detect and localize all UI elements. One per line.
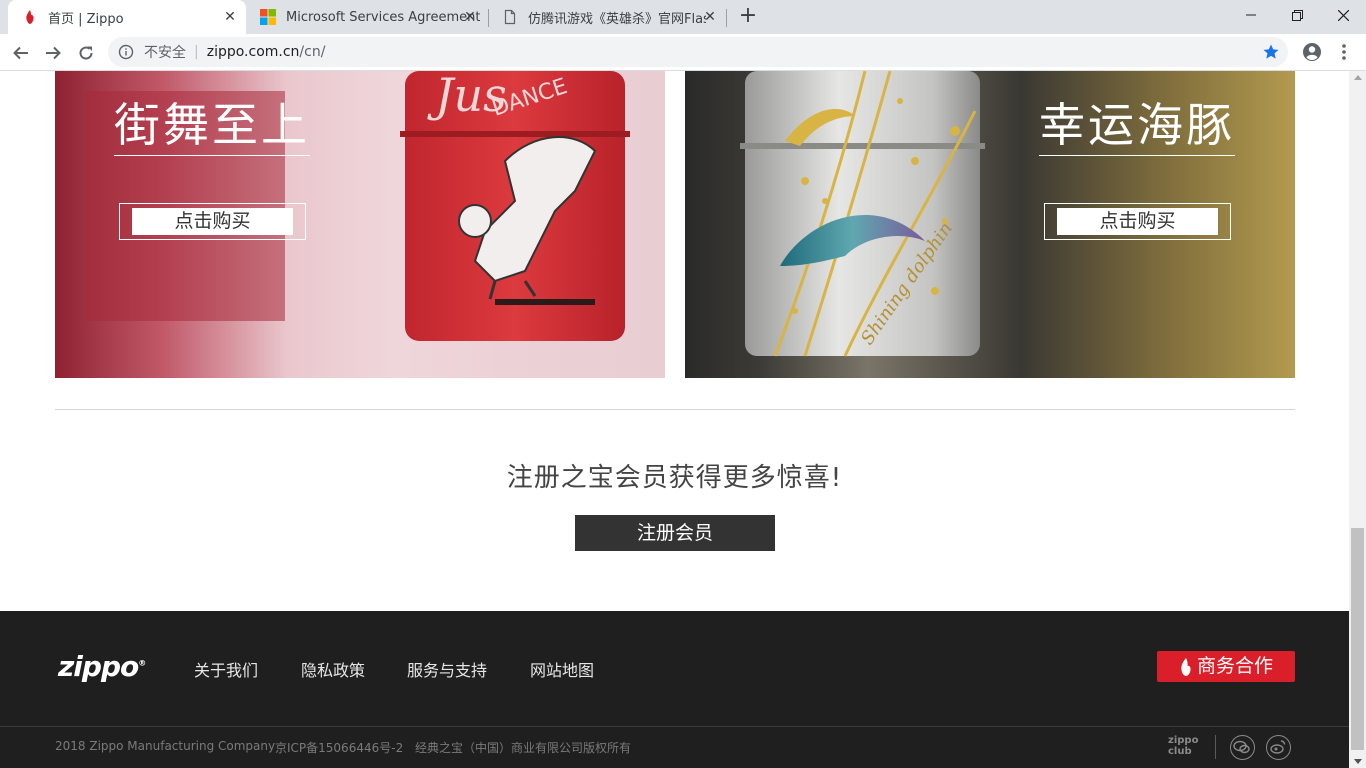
minimize-button[interactable]	[1228, 0, 1274, 30]
new-tab-button[interactable]: +	[736, 5, 760, 29]
document-icon	[502, 9, 518, 25]
tab-title: 首页 | Zippo	[48, 11, 124, 27]
icp-number[interactable]: 京ICP备15066446号-2	[275, 739, 403, 756]
reload-button[interactable]	[73, 40, 99, 66]
tab-microsoft[interactable]: Microsoft Services Agreement ✕	[246, 0, 486, 34]
back-button[interactable]	[8, 40, 34, 66]
info-icon[interactable]	[118, 44, 134, 60]
tab-zippo[interactable]: 首页 | Zippo ✕	[8, 0, 246, 34]
zippo-flame-icon	[22, 9, 38, 25]
url-path: /cn/	[299, 44, 326, 60]
scroll-up-icon[interactable]	[1354, 75, 1362, 80]
arrow-right-icon	[46, 46, 61, 60]
promo-banner-dolphin[interactable]: Shining dolphin 幸运海豚 点击购买	[685, 71, 1295, 378]
footer-divider	[0, 726, 1349, 727]
scrollbar-thumb[interactable]	[1351, 528, 1364, 750]
footer-separator	[1215, 735, 1216, 759]
promo-banner-breakdance[interactable]: Jus DANCE 街舞至上 点击购买	[55, 71, 665, 378]
logo-text: zippo	[58, 650, 139, 683]
divider: |	[194, 44, 199, 60]
close-window-button[interactable]	[1320, 0, 1366, 30]
footer-link-privacy[interactable]: 隐私政策	[301, 657, 365, 681]
restore-button[interactable]	[1274, 0, 1320, 30]
club-logo-line-1: zippo	[1168, 735, 1199, 746]
tab-separator	[726, 9, 727, 27]
tab-title: Microsoft Services Agreement	[286, 9, 481, 25]
tab-hero-kill[interactable]: 仿腾讯游戏《英雄杀》官网Flash ✕	[488, 0, 726, 34]
promo-title: 街舞至上	[114, 97, 310, 156]
close-icon[interactable]: ✕	[222, 9, 238, 25]
footer-link-support[interactable]: 服务与支持	[407, 657, 487, 681]
reload-icon	[79, 46, 93, 60]
buy-button[interactable]: 点击购买	[1044, 203, 1231, 240]
signup-prompt: 注册之宝会员获得更多惊喜!	[506, 463, 843, 493]
business-button-label: 商务合作	[1196, 655, 1273, 677]
forward-button[interactable]	[40, 40, 66, 66]
page-scrollbar[interactable]	[1349, 71, 1366, 768]
microsoft-logo-icon	[260, 9, 276, 25]
buy-button-label: 点击购买	[1057, 208, 1218, 235]
close-icon[interactable]: ✕	[462, 9, 478, 25]
copyright-owner: 经典之宝（中国）商业有限公司版权所有	[415, 741, 632, 755]
site-footer: zippo® 关于我们 隐私政策 服务与支持 网站地图 商务合作 2018 Zi…	[0, 611, 1349, 768]
browser-toolbar: 不安全 | zippo.com.cn/cn/	[0, 34, 1366, 71]
business-cooperation-button[interactable]: 商务合作	[1157, 651, 1295, 682]
tab-strip: 首页 | Zippo ✕ Microsoft Services Agreemen…	[0, 0, 1366, 34]
section-divider	[55, 409, 1295, 410]
copyright-company: 2018 Zippo Manufacturing Company	[55, 739, 276, 753]
account-icon[interactable]	[1302, 42, 1322, 62]
wechat-icon[interactable]	[1230, 735, 1255, 760]
buy-button[interactable]: 点击购买	[119, 203, 306, 240]
close-icon[interactable]: ✕	[702, 9, 718, 25]
footer-link-about[interactable]: 关于我们	[194, 657, 258, 681]
tab-title: 仿腾讯游戏《英雄杀》官网Flash	[528, 11, 706, 27]
weibo-icon[interactable]	[1266, 735, 1291, 760]
arrow-left-icon	[13, 46, 28, 60]
zippo-logo[interactable]: zippo®	[58, 650, 146, 683]
page-viewport: Jus DANCE 街舞至上 点击购买 Shining dolphin 幸运海豚…	[0, 71, 1349, 768]
url-host: zippo.com.cn	[206, 44, 300, 60]
buy-button-label: 点击购买	[132, 208, 293, 235]
zippo-club-logo[interactable]: zippo club	[1168, 735, 1198, 757]
register-member-button[interactable]: 注册会员	[575, 515, 775, 551]
address-bar[interactable]: 不安全 | zippo.com.cn/cn/	[108, 37, 1288, 67]
security-label[interactable]: 不安全	[144, 42, 186, 62]
promo-title: 幸运海豚	[1039, 97, 1235, 156]
menu-kebab-icon[interactable]	[1338, 42, 1350, 62]
club-logo-line-2: club	[1168, 746, 1192, 757]
bookmark-star-icon[interactable]	[1262, 43, 1280, 61]
footer-link-sitemap[interactable]: 网站地图	[530, 657, 594, 681]
scroll-down-icon[interactable]	[1354, 759, 1362, 764]
flame-icon	[1181, 657, 1191, 676]
